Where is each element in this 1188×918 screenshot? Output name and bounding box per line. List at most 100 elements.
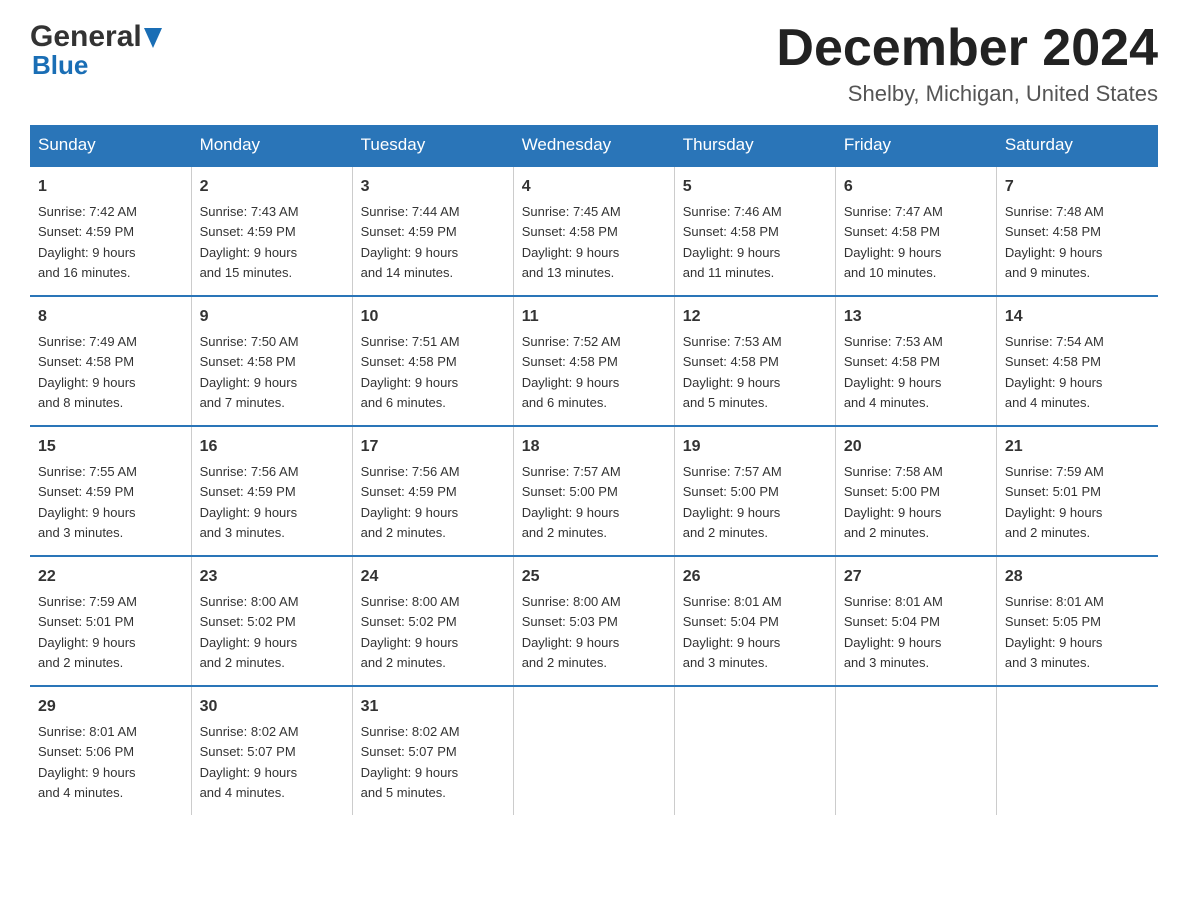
day-daylight-mins: and 2 minutes. [522,655,607,670]
day-sunrise: Sunrise: 7:45 AM [522,204,621,219]
day-number: 26 [683,565,827,589]
calendar-cell: 25Sunrise: 8:00 AMSunset: 5:03 PMDayligh… [513,556,674,686]
day-daylight-mins: and 14 minutes. [361,265,454,280]
day-sunset: Sunset: 5:07 PM [200,744,296,759]
day-daylight: Daylight: 9 hours [844,505,942,520]
day-daylight: Daylight: 9 hours [844,375,942,390]
day-daylight-mins: and 4 minutes. [1005,395,1090,410]
day-sunset: Sunset: 5:00 PM [522,484,618,499]
day-sunset: Sunset: 4:58 PM [1005,354,1101,369]
day-sunrise: Sunrise: 7:49 AM [38,334,137,349]
header-thursday: Thursday [674,125,835,166]
day-sunset: Sunset: 4:58 PM [844,224,940,239]
day-sunset: Sunset: 4:59 PM [38,224,134,239]
day-daylight: Daylight: 9 hours [1005,635,1103,650]
day-sunset: Sunset: 4:58 PM [1005,224,1101,239]
day-daylight: Daylight: 9 hours [361,635,459,650]
day-number: 3 [361,175,505,199]
day-daylight-mins: and 2 minutes. [844,525,929,540]
day-daylight: Daylight: 9 hours [38,245,136,260]
day-daylight-mins: and 11 minutes. [683,265,775,280]
day-sunset: Sunset: 5:03 PM [522,614,618,629]
calendar-cell: 15Sunrise: 7:55 AMSunset: 4:59 PMDayligh… [30,426,191,556]
day-sunrise: Sunrise: 7:59 AM [1005,464,1104,479]
day-sunrise: Sunrise: 7:54 AM [1005,334,1104,349]
day-sunrise: Sunrise: 7:57 AM [522,464,621,479]
calendar-cell: 31Sunrise: 8:02 AMSunset: 5:07 PMDayligh… [352,686,513,815]
day-sunset: Sunset: 4:58 PM [38,354,134,369]
day-sunrise: Sunrise: 7:59 AM [38,594,137,609]
day-sunset: Sunset: 5:00 PM [844,484,940,499]
day-daylight-mins: and 5 minutes. [361,785,446,800]
day-number: 6 [844,175,988,199]
day-sunset: Sunset: 5:05 PM [1005,614,1101,629]
day-sunrise: Sunrise: 8:01 AM [844,594,943,609]
calendar-cell: 18Sunrise: 7:57 AMSunset: 5:00 PMDayligh… [513,426,674,556]
day-daylight-mins: and 6 minutes. [361,395,446,410]
day-daylight-mins: and 2 minutes. [200,655,285,670]
day-sunrise: Sunrise: 7:50 AM [200,334,299,349]
day-number: 14 [1005,305,1150,329]
day-daylight-mins: and 2 minutes. [1005,525,1090,540]
calendar-cell: 3Sunrise: 7:44 AMSunset: 4:59 PMDaylight… [352,166,513,296]
logo-arrow-icon [144,28,162,48]
day-sunset: Sunset: 4:58 PM [361,354,457,369]
day-daylight-mins: and 8 minutes. [38,395,123,410]
day-daylight-mins: and 2 minutes. [38,655,123,670]
day-sunset: Sunset: 4:59 PM [200,224,296,239]
day-daylight: Daylight: 9 hours [38,375,136,390]
header-monday: Monday [191,125,352,166]
day-sunset: Sunset: 5:00 PM [683,484,779,499]
day-sunrise: Sunrise: 7:44 AM [361,204,460,219]
day-daylight: Daylight: 9 hours [683,375,781,390]
day-daylight: Daylight: 9 hours [522,375,620,390]
day-number: 19 [683,435,827,459]
calendar-cell: 6Sunrise: 7:47 AMSunset: 4:58 PMDaylight… [835,166,996,296]
day-sunrise: Sunrise: 7:43 AM [200,204,299,219]
day-number: 21 [1005,435,1150,459]
calendar-table: Sunday Monday Tuesday Wednesday Thursday… [30,125,1158,815]
day-sunset: Sunset: 4:58 PM [683,224,779,239]
calendar-cell: 12Sunrise: 7:53 AMSunset: 4:58 PMDayligh… [674,296,835,426]
logo: General Blue [30,20,162,81]
day-number: 10 [361,305,505,329]
day-number: 30 [200,695,344,719]
day-daylight: Daylight: 9 hours [522,505,620,520]
day-sunrise: Sunrise: 7:58 AM [844,464,943,479]
day-sunrise: Sunrise: 8:00 AM [200,594,299,609]
day-daylight: Daylight: 9 hours [844,635,942,650]
calendar-cell: 20Sunrise: 7:58 AMSunset: 5:00 PMDayligh… [835,426,996,556]
calendar-cell: 9Sunrise: 7:50 AMSunset: 4:58 PMDaylight… [191,296,352,426]
day-daylight-mins: and 10 minutes. [844,265,937,280]
day-sunrise: Sunrise: 8:02 AM [200,724,299,739]
day-daylight: Daylight: 9 hours [522,245,620,260]
day-number: 24 [361,565,505,589]
day-sunset: Sunset: 4:59 PM [38,484,134,499]
day-daylight-mins: and 3 minutes. [38,525,123,540]
day-sunset: Sunset: 4:58 PM [200,354,296,369]
day-daylight: Daylight: 9 hours [361,245,459,260]
calendar-cell: 11Sunrise: 7:52 AMSunset: 4:58 PMDayligh… [513,296,674,426]
day-daylight-mins: and 3 minutes. [844,655,929,670]
day-number: 29 [38,695,183,719]
day-daylight: Daylight: 9 hours [38,505,136,520]
day-daylight-mins: and 2 minutes. [361,525,446,540]
calendar-cell: 19Sunrise: 7:57 AMSunset: 5:00 PMDayligh… [674,426,835,556]
day-sunrise: Sunrise: 8:01 AM [1005,594,1104,609]
calendar-cell: 28Sunrise: 8:01 AMSunset: 5:05 PMDayligh… [996,556,1157,686]
header-saturday: Saturday [996,125,1157,166]
day-sunset: Sunset: 4:58 PM [522,354,618,369]
calendar-header: Sunday Monday Tuesday Wednesday Thursday… [30,125,1158,166]
calendar-cell: 8Sunrise: 7:49 AMSunset: 4:58 PMDaylight… [30,296,191,426]
day-sunset: Sunset: 5:01 PM [1005,484,1101,499]
day-sunrise: Sunrise: 7:53 AM [683,334,782,349]
day-number: 23 [200,565,344,589]
calendar-cell: 5Sunrise: 7:46 AMSunset: 4:58 PMDaylight… [674,166,835,296]
calendar-cell: 10Sunrise: 7:51 AMSunset: 4:58 PMDayligh… [352,296,513,426]
day-sunrise: Sunrise: 8:01 AM [683,594,782,609]
day-sunset: Sunset: 4:58 PM [844,354,940,369]
logo-blue-text: Blue [30,50,162,81]
day-sunset: Sunset: 4:58 PM [683,354,779,369]
calendar-cell: 23Sunrise: 8:00 AMSunset: 5:02 PMDayligh… [191,556,352,686]
day-daylight-mins: and 4 minutes. [200,785,285,800]
